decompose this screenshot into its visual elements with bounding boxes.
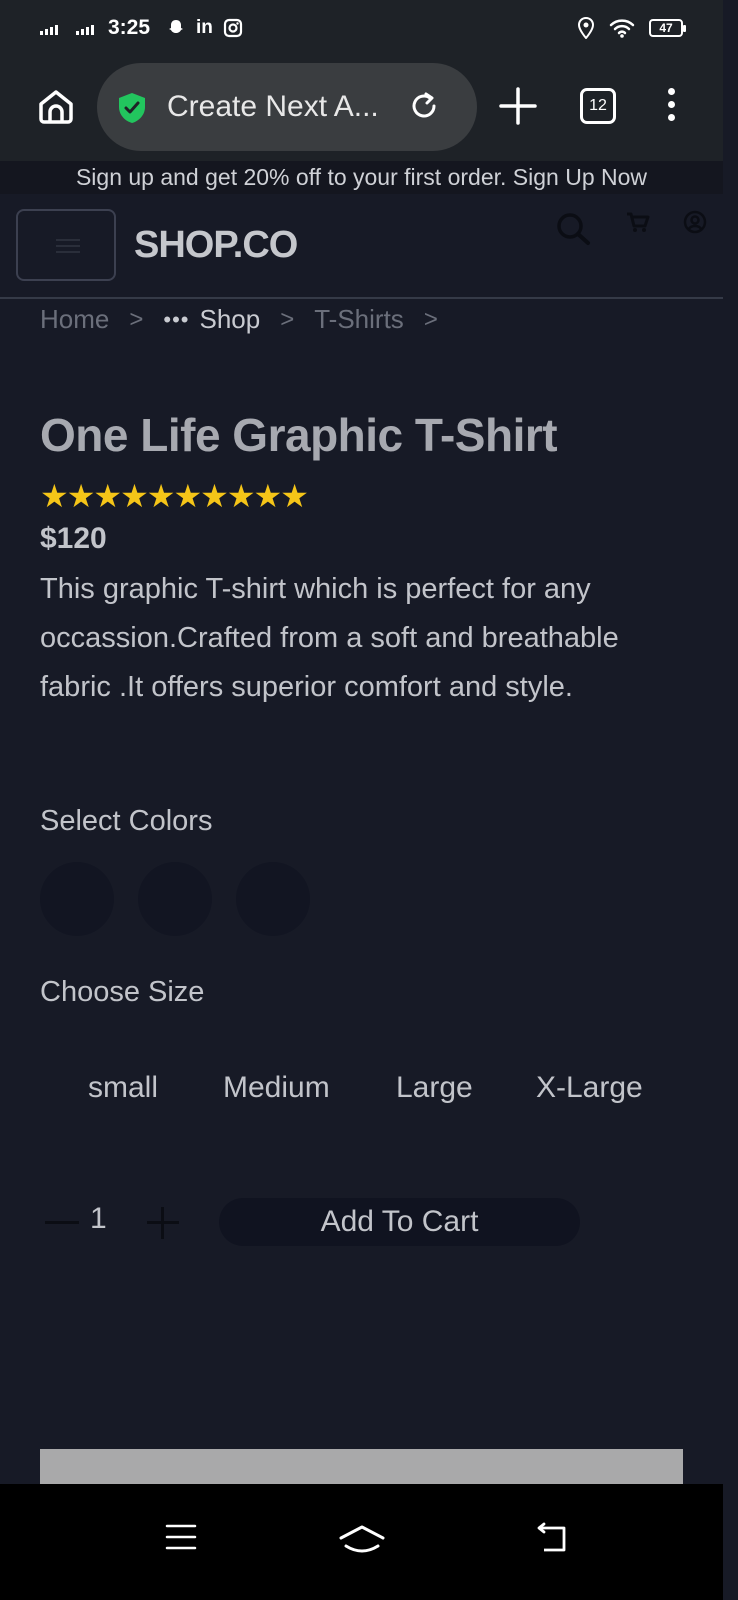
more-options-icon[interactable] xyxy=(664,88,678,124)
size-option-large[interactable]: Large xyxy=(396,1071,536,1105)
chevron-right-icon: > xyxy=(423,305,438,333)
tab-count: 12 xyxy=(589,97,607,114)
quantity-value: 1 xyxy=(90,1202,107,1235)
search-icon[interactable] xyxy=(555,212,593,246)
add-to-cart-button[interactable]: Add To Cart xyxy=(219,1198,580,1246)
battery-level: 47 xyxy=(659,21,673,35)
breadcrumb-shop[interactable]: Shop xyxy=(199,304,260,335)
breadcrumb-home[interactable]: Home xyxy=(40,304,109,335)
quantity-stepper: 1 xyxy=(45,1202,185,1241)
account-icon[interactable] xyxy=(683,210,707,234)
breadcrumb: Home > ••• Shop > T-Shirts > xyxy=(40,304,458,335)
color-swatches xyxy=(40,862,310,936)
color-swatch[interactable] xyxy=(236,862,310,936)
snapchat-icon xyxy=(169,20,184,33)
breadcrumb-ellipsis[interactable]: ••• xyxy=(163,307,189,333)
home-nav-icon[interactable] xyxy=(338,1524,386,1554)
wifi-icon xyxy=(609,19,635,38)
color-swatch[interactable] xyxy=(138,862,212,936)
decrement-button[interactable] xyxy=(45,1221,79,1224)
size-option-medium[interactable]: Medium xyxy=(223,1071,396,1105)
size-option-x-large[interactable]: X-Large xyxy=(536,1071,643,1105)
clock: 3:25 xyxy=(108,16,151,39)
recent-apps-icon[interactable] xyxy=(164,1522,198,1552)
size-options: small Medium Large X-Large xyxy=(88,1071,643,1105)
choose-size-label: Choose Size xyxy=(40,976,205,1008)
reload-icon[interactable] xyxy=(408,90,440,122)
logo[interactable]: SHOP.CO xyxy=(134,224,298,267)
instagram-icon xyxy=(223,18,243,38)
secure-shield-icon xyxy=(119,93,145,123)
header-divider xyxy=(0,297,723,299)
signal-icon xyxy=(40,21,58,35)
product-description: This graphic T-shirt which is perfect fo… xyxy=(40,573,619,703)
signal-icon-2 xyxy=(76,21,94,35)
cart-icon[interactable] xyxy=(626,212,650,234)
address-bar[interactable]: Create Next A... xyxy=(97,63,477,151)
breadcrumb-category[interactable]: T-Shirts xyxy=(314,304,404,335)
browser-toolbar: Create Next A... 12 xyxy=(0,60,723,161)
location-icon xyxy=(577,17,595,39)
new-tab-icon[interactable] xyxy=(498,86,538,126)
system-nav-bar xyxy=(0,1484,723,1600)
star-rating: ★★★★★★★★★★ xyxy=(40,478,309,514)
sign-up-link[interactable]: Sign Up Now xyxy=(513,164,647,190)
product-title: One Life Graphic T-Shirt xyxy=(40,409,558,461)
product-price: $120 xyxy=(40,522,107,555)
home-icon[interactable] xyxy=(36,86,76,126)
tab-switcher-button[interactable]: 12 xyxy=(580,88,616,124)
linkedin-icon: in xyxy=(196,17,213,38)
promo-text: Sign up and get 20% off to your first or… xyxy=(75,164,507,190)
site-header: SHOP.CO xyxy=(0,194,723,300)
chevron-right-icon: > xyxy=(129,305,144,333)
hamburger-menu-button[interactable] xyxy=(16,209,116,281)
color-swatch[interactable] xyxy=(40,862,114,936)
battery-icon: 47 xyxy=(649,19,686,37)
size-option-small[interactable]: small xyxy=(88,1071,223,1105)
product-image xyxy=(40,1449,683,1484)
status-bar: 3:25 in 47 xyxy=(0,0,723,60)
page-title: Create Next A... xyxy=(167,90,379,123)
chevron-right-icon: > xyxy=(280,305,295,333)
select-colors-label: Select Colors xyxy=(40,805,213,837)
back-icon[interactable] xyxy=(534,1522,570,1554)
promo-banner: Sign up and get 20% off to your first or… xyxy=(0,161,723,194)
